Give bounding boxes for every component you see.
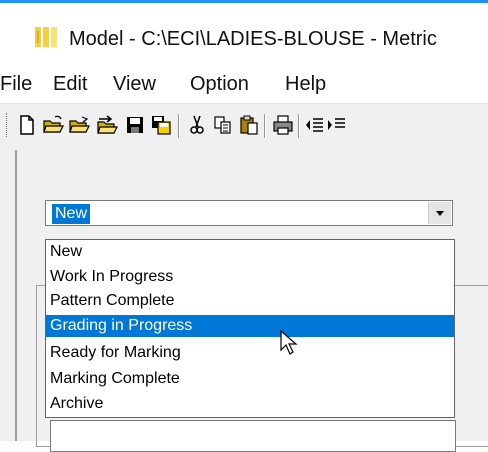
open-icon[interactable] (42, 114, 64, 136)
dropdown-option-archive[interactable]: Archive (46, 393, 454, 415)
new-icon[interactable] (16, 114, 38, 136)
paste-icon[interactable] (238, 114, 260, 136)
save-all-icon[interactable] (150, 114, 172, 136)
dropdown-button[interactable] (428, 202, 451, 224)
dropdown-option-ready-for-marking[interactable]: Ready for Marking (46, 342, 454, 364)
menu-edit[interactable]: Edit (53, 73, 87, 96)
align-left-icon[interactable] (304, 114, 326, 136)
status-combobox-value: New (52, 204, 91, 224)
pane-divider[interactable] (15, 150, 17, 441)
title-bar: Model - C:\ECI\LADIES-BLOUSE - Metric (0, 3, 488, 63)
open-alt-icon[interactable] (68, 114, 90, 136)
copy-icon[interactable] (212, 114, 234, 136)
menu-file[interactable]: File (0, 73, 32, 96)
import-icon[interactable] (96, 114, 118, 136)
dropdown-option-marking-complete[interactable]: Marking Complete (46, 368, 454, 390)
chevron-down-icon (436, 211, 444, 216)
app-icon (35, 27, 57, 47)
toolbar (0, 103, 488, 149)
save-icon[interactable] (124, 114, 146, 136)
mouse-cursor-icon (280, 330, 298, 355)
dropdown-option-grading-in-progress[interactable]: Grading in Progress (46, 315, 454, 337)
status-dropdown-list: New Work In Progress Pattern Complete Gr… (45, 239, 455, 418)
dropdown-option-pattern-complete[interactable]: Pattern Complete (46, 290, 454, 312)
dropdown-option-work-in-progress[interactable]: Work In Progress (46, 266, 454, 288)
text-area[interactable] (50, 420, 456, 452)
dropdown-option-new[interactable]: New (46, 241, 454, 263)
toolbar-separator (298, 114, 300, 138)
window-title: Model - C:\ECI\LADIES-BLOUSE - Metric (69, 28, 437, 50)
toolbar-separator (178, 114, 180, 138)
toolbar-grip[interactable] (6, 113, 10, 137)
cut-icon[interactable] (186, 114, 208, 136)
print-icon[interactable] (272, 114, 294, 136)
menu-option[interactable]: Option (190, 73, 249, 96)
menu-help[interactable]: Help (285, 73, 326, 96)
align-right-icon[interactable] (326, 114, 348, 136)
status-combobox[interactable]: New (45, 200, 453, 226)
toolbar-separator (264, 114, 266, 138)
menu-bar: File Edit View Option Help (0, 63, 488, 103)
menu-view[interactable]: View (113, 73, 156, 96)
